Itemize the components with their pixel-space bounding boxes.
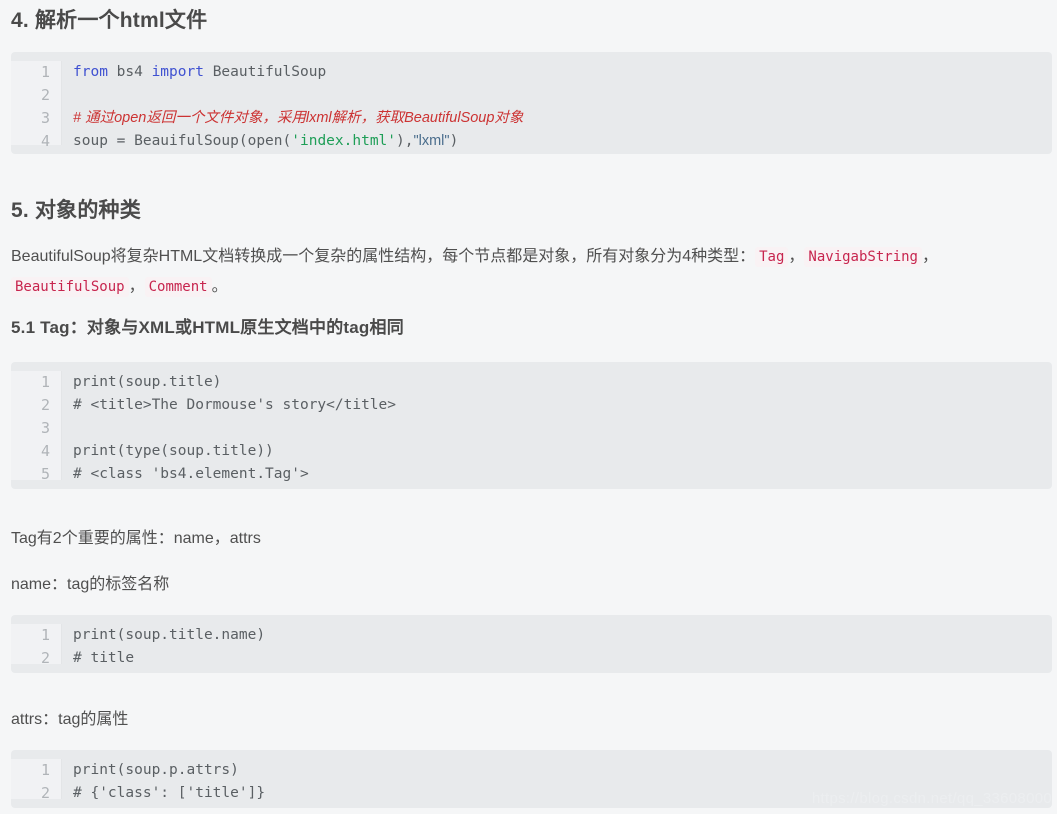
code-line-number: 3 bbox=[40, 419, 50, 437]
code-token-plain: BeautifulSoup bbox=[203, 64, 327, 80]
code-line: # <class 'bs4.element.Tag'> bbox=[73, 463, 1052, 486]
paragraph-separator: ， bbox=[788, 248, 805, 265]
code-line: print(type(soup.title)) bbox=[73, 440, 1052, 463]
code-token-plain: # title bbox=[73, 650, 135, 666]
paragraph-object-types: BeautifulSoup将复杂HTML文档转换成一个复杂的属性结构，每个节点都… bbox=[11, 242, 1051, 302]
code-token-plain: bs4 bbox=[107, 64, 152, 80]
article-page: 4. 解析一个html文件 1234 from bs4 import Beaut… bbox=[0, 0, 1057, 814]
code-line: print(soup.p.attrs) bbox=[73, 759, 1052, 782]
code-token-kw: import bbox=[151, 64, 204, 80]
code-block-tag-title[interactable]: 1 2 3 4 5 print(soup.title) # <title>The Dorm… bbox=[11, 362, 1052, 489]
section-heading-4: 4. 解析一个html文件 bbox=[11, 9, 208, 32]
code-token-plain: soup = BeauifulSoup(open( bbox=[73, 133, 292, 149]
code-token-str: 'index.html' bbox=[291, 133, 397, 149]
code-content-tag-name[interactable]: print(soup.title.name) # title bbox=[62, 624, 1052, 666]
code-line: # title bbox=[73, 647, 1052, 670]
code-token-comment: # 通过open返回一个文件对象，采用lxml解析，获取BeautifulSou… bbox=[73, 110, 524, 126]
code-block-tag-name[interactable]: 12 print(soup.title.name) # title bbox=[11, 615, 1052, 673]
inline-code-comment: Comment bbox=[144, 277, 212, 297]
paragraph-attrs-description: attrs：tag的属性 bbox=[11, 711, 129, 728]
code-token-punct: ), bbox=[396, 133, 414, 149]
code-token-plain: print(soup.title.name) bbox=[73, 627, 266, 643]
code-line-number: 1 bbox=[40, 626, 50, 644]
code-line: print(soup.title) bbox=[73, 371, 1052, 394]
paragraph-separator: 。 bbox=[211, 278, 228, 295]
code-token-punct: ) bbox=[449, 133, 459, 149]
code-line-number: 5 bbox=[40, 465, 50, 483]
paragraph-tag-attributes: Tag有2个重要的属性：name，attrs bbox=[11, 530, 261, 547]
paragraph-lead-text: BeautifulSoup将复杂HTML文档转换成一个复杂的属性结构，每个节点都… bbox=[11, 248, 756, 265]
code-line-number: 1 bbox=[40, 373, 50, 391]
code-gutter-tag-title: 1 2 3 4 5 bbox=[11, 371, 62, 483]
paragraph-separator: ， bbox=[128, 278, 145, 295]
inline-code-tag: Tag bbox=[755, 247, 789, 267]
code-token-plain: # {'class': ['title']} bbox=[73, 785, 266, 801]
code-line-number: 1 bbox=[40, 761, 50, 779]
watermark-url: https://blog.csdn.net/qq_33608000 bbox=[811, 790, 1052, 807]
paragraph-name-description: name：tag的标签名称 bbox=[11, 576, 170, 593]
code-line: soup = BeauifulSoup(open('index.html'),"… bbox=[73, 130, 1052, 153]
code-line-number: 2 bbox=[40, 396, 50, 414]
code-content-parse-html[interactable]: from bs4 import BeautifulSoup # 通过open返回… bbox=[62, 61, 1052, 149]
code-gutter-tag-attrs: 12 bbox=[11, 759, 62, 802]
code-content-tag-title[interactable]: print(soup.title) # <title>The Dormouse's… bbox=[62, 371, 1052, 482]
code-token-plain: print(soup.title) bbox=[73, 374, 222, 390]
section-heading-5-1: 5.1 Tag：对象与XML或HTML原生文档中的tag相同 bbox=[11, 318, 404, 337]
inline-code-beautifulsoup: BeautifulSoup bbox=[11, 277, 129, 297]
code-token-plain: # <class 'bs4.element.Tag'> bbox=[73, 466, 309, 482]
code-line-number: 2 bbox=[40, 86, 50, 104]
code-line-number: 2 bbox=[40, 649, 50, 667]
code-line: from bs4 import BeautifulSoup bbox=[73, 61, 1052, 84]
code-token-plain: # <title>The Dormouse's story</title> bbox=[73, 397, 397, 413]
code-line-number: 4 bbox=[40, 442, 50, 460]
code-token-plain: print(type(soup.title)) bbox=[73, 443, 274, 459]
inline-code-navigabstring: NavigabString bbox=[804, 247, 922, 267]
code-token-plain: print(soup.p.attrs) bbox=[73, 762, 239, 778]
code-gutter-tag-name: 12 bbox=[11, 624, 62, 667]
code-line-number: 3 bbox=[40, 109, 50, 127]
code-token-kw: from bbox=[73, 64, 108, 80]
paragraph-separator: ， bbox=[921, 248, 938, 265]
code-line: # 通过open返回一个文件对象，采用lxml解析，获取BeautifulSou… bbox=[73, 107, 1052, 130]
code-line: # <title>The Dormouse's story</title> bbox=[73, 394, 1052, 417]
code-line-number: 2 bbox=[40, 784, 50, 802]
code-token-str2: "lxml" bbox=[413, 133, 450, 149]
code-line-number: 1 bbox=[40, 63, 50, 81]
section-heading-5: 5. 对象的种类 bbox=[11, 199, 141, 222]
code-gutter-parse-html: 1 2 3 4 bbox=[11, 61, 62, 150]
code-line-number: 4 bbox=[40, 132, 50, 150]
code-block-parse-html[interactable]: 1 2 3 4 from bs4 import BeautifulSoup # 通过o… bbox=[11, 52, 1052, 154]
code-line: print(soup.title.name) bbox=[73, 624, 1052, 647]
